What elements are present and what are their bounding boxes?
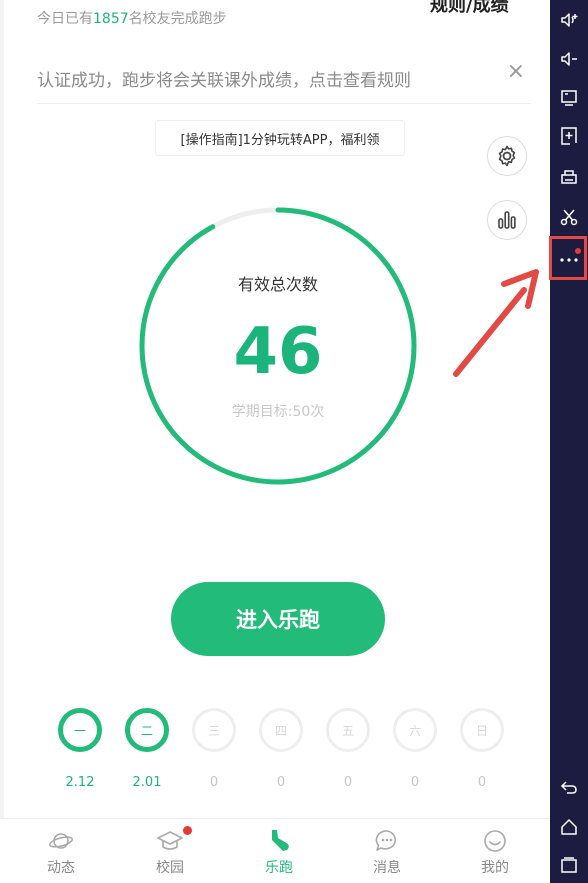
day-distance: 2.01 — [132, 775, 162, 790]
volume-up-button[interactable] — [550, 3, 588, 37]
scissors-icon — [560, 209, 578, 226]
tab-campus[interactable]: 校园 — [135, 826, 205, 877]
apk-install-button[interactable] — [550, 120, 588, 154]
red-arrow-annotation — [453, 269, 539, 377]
progress-ring: 有效总次数 46 学期目标:50次 — [137, 205, 419, 487]
chat-bubble-icon — [375, 830, 397, 851]
start-run-button[interactable]: 进入乐跑 — [171, 582, 385, 656]
planet-icon — [49, 833, 73, 849]
smiley-icon — [484, 830, 506, 852]
day-distance: 0 — [477, 775, 487, 790]
day-distance: 0 — [343, 775, 353, 790]
printer-icon — [561, 170, 577, 184]
day-fri: 五 0 — [324, 708, 372, 790]
app-screen: 今日已有1857名校友完成跑步 规则/成绩 认证成功，跑步将会关联课外成绩，点击… — [0, 0, 550, 883]
graduation-cap-icon — [157, 831, 183, 850]
screen-button[interactable] — [550, 81, 588, 115]
volume-down-button[interactable] — [550, 42, 588, 76]
recent-apps-button[interactable] — [550, 848, 588, 882]
day-distance: 2.12 — [65, 775, 95, 790]
sneaker-icon — [272, 830, 289, 851]
day-tue: 二 2.01 — [123, 708, 171, 790]
day-circle: 日 — [460, 708, 504, 752]
volume-up-icon — [561, 13, 578, 27]
day-thu: 四 0 — [257, 708, 305, 790]
day-circle: 六 — [393, 708, 437, 752]
tab-dynamics[interactable]: 动态 — [26, 827, 96, 877]
day-circle: 四 — [259, 708, 303, 752]
day-distance: 0 — [209, 775, 219, 790]
notification-dot — [183, 826, 192, 835]
weekly-record: 一 2.12 二 2.01 三 0 四 0 五 0 六 0 日 0 — [56, 708, 506, 798]
day-distance: 0 — [276, 775, 286, 790]
volume-down-icon — [561, 52, 577, 66]
highlight-box — [549, 236, 587, 280]
day-mon: 一 2.12 — [56, 708, 104, 790]
stats-suffix: 名校友完成跑步 — [128, 11, 227, 27]
back-button[interactable] — [550, 770, 588, 804]
tab-label: 乐跑 — [265, 860, 293, 876]
tab-label: 校园 — [156, 860, 184, 876]
emulator-sidebar — [550, 0, 588, 883]
scissors-button[interactable] — [550, 200, 588, 234]
stats-button[interactable] — [487, 200, 527, 240]
tab-profile[interactable]: 我的 — [460, 827, 530, 877]
notice-text[interactable]: 认证成功，跑步将会关联课外成绩，点击查看规则 — [37, 66, 531, 91]
day-circle: 三 — [192, 708, 236, 752]
bar-chart-icon — [498, 211, 516, 229]
tab-run[interactable]: 乐跑 — [244, 827, 314, 877]
tab-label: 动态 — [47, 860, 75, 876]
back-icon — [560, 781, 577, 794]
bottom-tab-bar: 动态 校园 乐跑 消息 我的 — [0, 818, 550, 883]
today-stats: 今日已有1857名校友完成跑步 — [37, 8, 227, 28]
semester-goal: 学期目标:50次 — [231, 404, 325, 420]
tab-label: 消息 — [373, 860, 401, 876]
total-runs-count: 46 — [233, 315, 323, 389]
home-button[interactable] — [550, 810, 588, 844]
screen-icon — [561, 90, 577, 106]
stats-count: 1857 — [93, 11, 129, 27]
apk-install-icon — [561, 127, 578, 147]
total-runs-label: 有效总次数 — [237, 275, 318, 294]
day-distance: 0 — [410, 775, 420, 790]
day-circle: 五 — [326, 708, 370, 752]
close-icon[interactable]: × — [507, 59, 525, 84]
stats-prefix: 今日已有 — [37, 11, 93, 27]
day-circle: 一 — [58, 708, 102, 752]
day-wed: 三 0 — [190, 708, 238, 790]
tab-messages[interactable]: 消息 — [352, 827, 422, 877]
day-sun: 日 0 — [458, 708, 506, 790]
rules-link[interactable]: 规则/成绩 — [430, 0, 509, 17]
home-icon — [561, 819, 577, 835]
printer-button[interactable] — [550, 161, 588, 195]
recent-apps-icon — [561, 857, 577, 873]
notice-bar[interactable]: 认证成功，跑步将会关联课外成绩，点击查看规则 × — [37, 59, 531, 104]
guide-banner[interactable]: [操作指南]1分钟玩转APP，福利领 — [155, 120, 405, 156]
day-sat: 六 0 — [391, 708, 439, 790]
tab-label: 我的 — [481, 860, 509, 876]
day-circle: 二 — [125, 708, 169, 752]
settings-button[interactable] — [487, 136, 527, 176]
gear-icon — [498, 145, 516, 167]
